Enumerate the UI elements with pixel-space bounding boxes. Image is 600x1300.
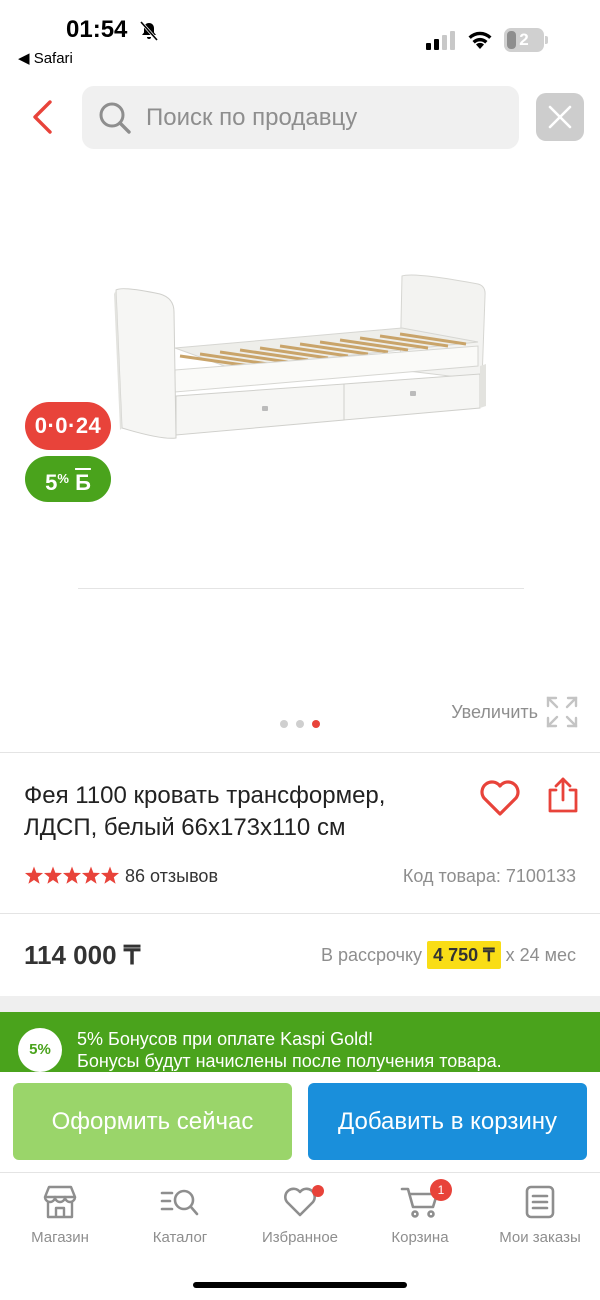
bonus-banner-line1: 5% Бонусов при оплате Kaspi Gold! xyxy=(77,1029,374,1049)
tab-bar: Магазин Каталог Избранное 1 Корзина Мои … xyxy=(0,1172,600,1300)
tab-cart[interactable]: 1 Корзина xyxy=(360,1179,480,1255)
gallery-pagination xyxy=(280,720,324,730)
tab-label: Мои заказы xyxy=(499,1229,581,1246)
catalog-search-icon xyxy=(160,1189,199,1216)
heart-icon xyxy=(480,780,520,816)
tab-catalog[interactable]: Каталог xyxy=(120,1185,240,1255)
installment-amount: 4 750 ₸ xyxy=(427,941,501,969)
product-price: 114 000 ₸ xyxy=(24,940,141,970)
wifi-icon xyxy=(468,31,492,49)
bonus-badge-currency: Б xyxy=(75,470,91,495)
orders-icon xyxy=(525,1185,555,1219)
tab-favorites[interactable]: Избранное xyxy=(240,1185,360,1255)
favorites-notification-dot xyxy=(312,1185,324,1197)
store-icon xyxy=(43,1185,77,1219)
tab-store[interactable]: Магазин xyxy=(0,1185,120,1255)
section-gap xyxy=(0,996,600,1012)
tab-label: Корзина xyxy=(391,1229,449,1246)
zoom-link[interactable]: Увеличить xyxy=(451,702,538,723)
chevron-left-icon xyxy=(33,100,52,134)
star-icon xyxy=(100,866,120,884)
home-indicator[interactable] xyxy=(193,1282,407,1288)
action-bar: Оформить сейчас Добавить в корзину xyxy=(0,1072,600,1172)
cellular-signal-icon xyxy=(426,31,455,50)
bell-muted-icon xyxy=(139,21,159,41)
product-code: Код товара: 7100133 xyxy=(402,866,576,886)
gallery-divider xyxy=(78,588,524,589)
cart-count-badge: 1 xyxy=(430,1179,452,1201)
status-bar: 01:54 ◀ Safari 2 xyxy=(0,0,600,80)
divider xyxy=(0,752,600,753)
bonus-percent-circle: 5% xyxy=(18,1028,62,1072)
bonus-badge: 5% Б xyxy=(25,456,111,502)
close-button[interactable] xyxy=(536,93,584,141)
star-icon xyxy=(81,866,101,884)
bonus-banner-line2: Бонусы будут начислены после получения т… xyxy=(77,1051,502,1071)
product-title: Фея 1100 кровать трансформер, ЛДСП, белы… xyxy=(24,782,386,841)
installment-term: x 24 мес xyxy=(505,945,576,965)
installment-prefix: В рассрочку xyxy=(320,945,423,965)
tab-label: Магазин xyxy=(31,1229,89,1246)
tab-my-orders[interactable]: Мои заказы xyxy=(480,1185,600,1255)
add-to-cart-button[interactable]: Добавить в корзину xyxy=(308,1083,587,1160)
reviews-link[interactable]: 86 отзывов xyxy=(125,864,218,888)
bonus-banner: 5% 5% Бонусов при оплате Kaspi Gold! Бон… xyxy=(0,1012,600,1072)
back-to-safari-link[interactable]: ◀ Safari xyxy=(18,49,73,67)
star-icon xyxy=(24,866,44,884)
installment-badge: 0·0·24 xyxy=(25,402,111,450)
bonus-badge-percent: 5 xyxy=(45,470,58,495)
pagination-dot[interactable] xyxy=(280,720,288,728)
pagination-dot-active[interactable] xyxy=(312,720,320,728)
product-gallery[interactable]: 0·0·24 5% Б Увеличить xyxy=(0,160,600,750)
status-time: 01:54 xyxy=(66,16,128,43)
share-icon xyxy=(548,777,578,813)
favorite-button[interactable] xyxy=(478,778,522,818)
battery-indicator: 2 xyxy=(504,28,548,52)
back-button[interactable] xyxy=(26,94,62,140)
star-icon xyxy=(43,866,63,884)
close-icon xyxy=(548,105,572,129)
product-image[interactable] xyxy=(100,270,500,470)
installment-info: В рассрочку 4 750 ₸ x 24 мес xyxy=(321,941,576,969)
search-box[interactable] xyxy=(82,86,519,149)
bonus-banner-text: 5% Бонусов при оплате Kaspi Gold! Бонусы… xyxy=(77,1028,502,1072)
rating-stars xyxy=(24,866,120,884)
search-input[interactable] xyxy=(146,86,506,149)
buy-now-button[interactable]: Оформить сейчас xyxy=(13,1083,292,1160)
pagination-dot[interactable] xyxy=(296,720,304,728)
expand-icon[interactable] xyxy=(546,696,578,728)
star-icon xyxy=(62,866,82,884)
share-button[interactable] xyxy=(546,776,580,814)
tab-label: Избранное xyxy=(261,1229,339,1246)
divider xyxy=(0,913,600,914)
search-icon xyxy=(99,102,131,134)
tab-label: Каталог xyxy=(152,1229,208,1246)
battery-level: 2 xyxy=(519,30,529,49)
bonus-badge-percent-sign: % xyxy=(57,471,69,486)
